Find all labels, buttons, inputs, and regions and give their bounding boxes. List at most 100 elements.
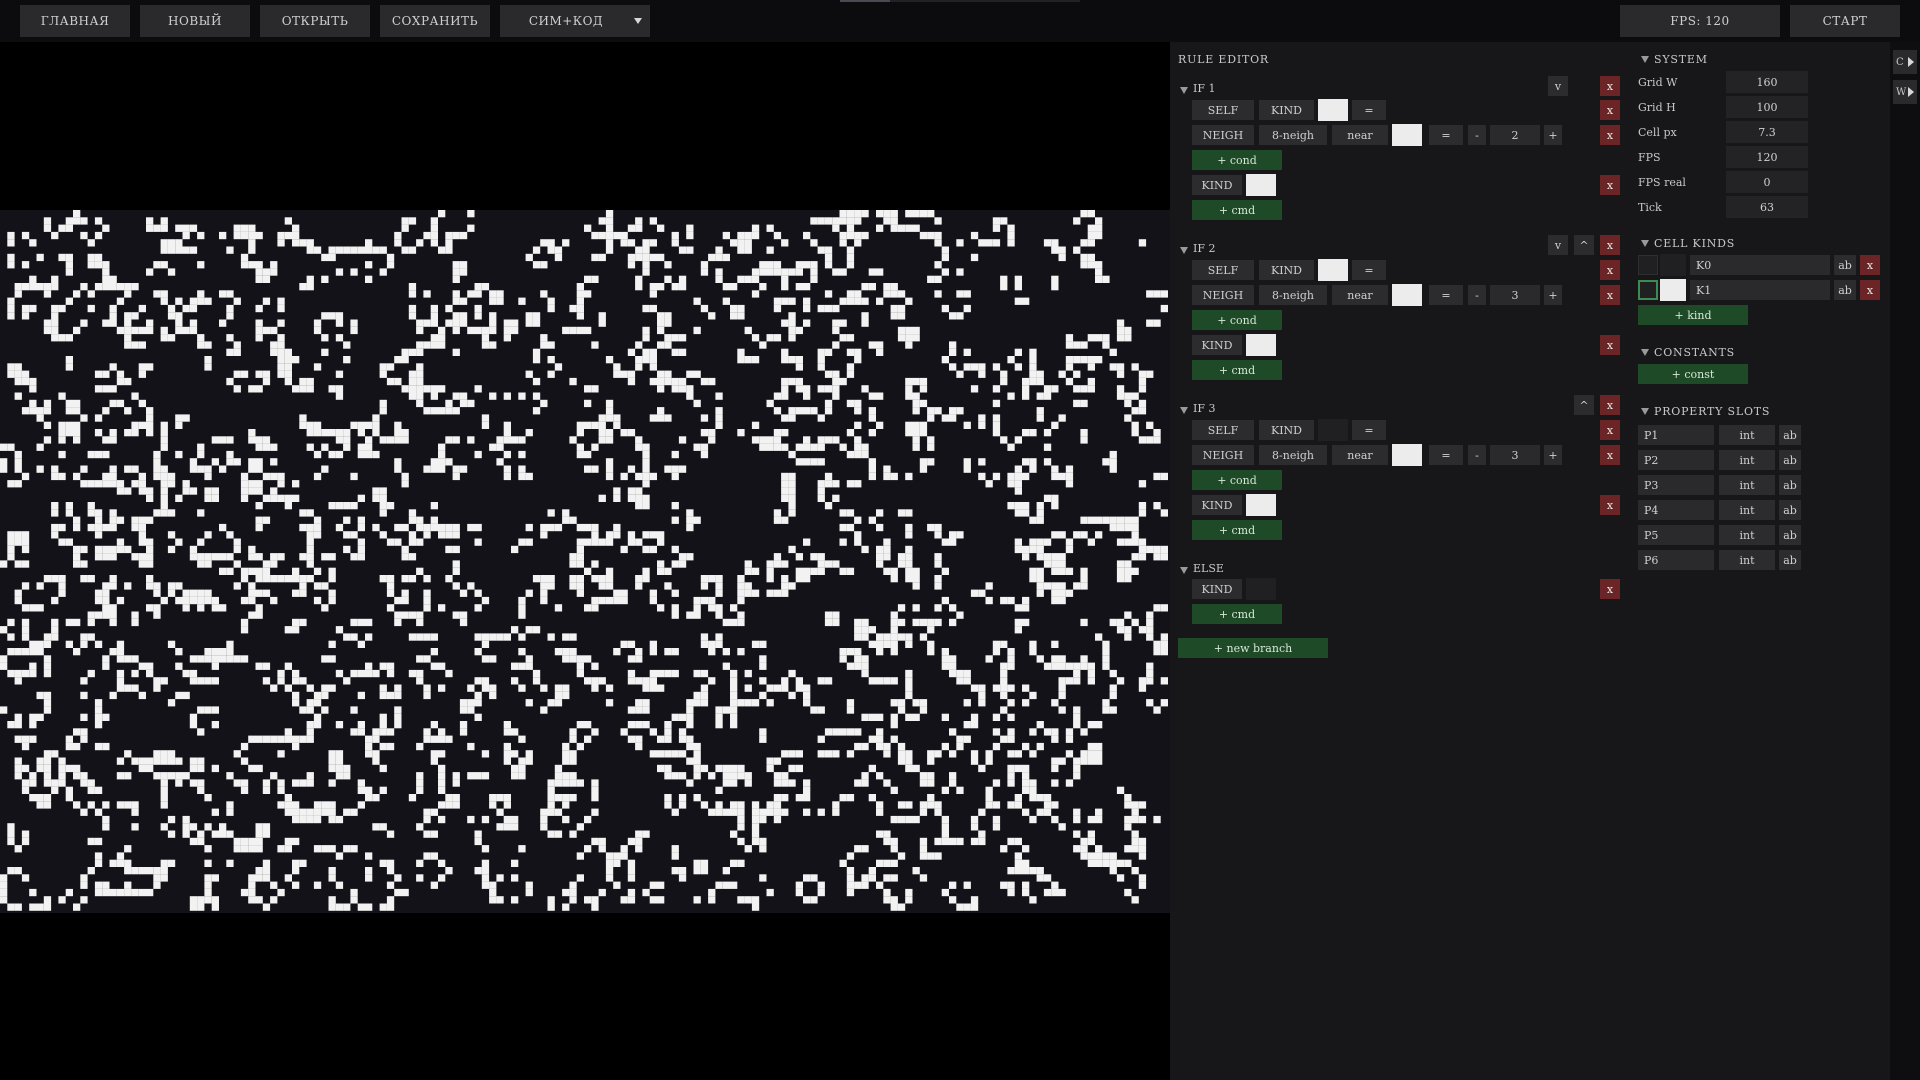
kind-color-swatch[interactable]: [1660, 254, 1686, 276]
count-value[interactable]: 2: [1490, 125, 1540, 145]
add-condition-button[interactable]: + cond: [1192, 470, 1282, 490]
slot-name-input[interactable]: P1: [1638, 425, 1714, 445]
collapse-triangle-icon[interactable]: [1180, 567, 1188, 574]
delete-command-button[interactable]: x: [1600, 175, 1620, 195]
grid-width-input[interactable]: 160: [1726, 71, 1808, 93]
add-command-button[interactable]: + cmd: [1192, 200, 1282, 220]
kind-color-swatch[interactable]: [1392, 124, 1422, 146]
command-kind-button[interactable]: KIND: [1192, 335, 1242, 355]
simulation-grid[interactable]: [0, 210, 1170, 913]
subject-self-button[interactable]: SELF: [1192, 100, 1254, 120]
collapse-triangle-icon[interactable]: [1641, 349, 1649, 356]
delete-command-button[interactable]: x: [1600, 579, 1620, 599]
add-command-button[interactable]: + cmd: [1192, 520, 1282, 540]
mode-dropdown[interactable]: СИМ+КОД: [500, 5, 650, 37]
decrement-button[interactable]: -: [1468, 445, 1486, 465]
operator-button[interactable]: =: [1429, 125, 1463, 145]
slot-type-button[interactable]: int: [1719, 525, 1775, 545]
slot-type-button[interactable]: int: [1719, 475, 1775, 495]
kind-name-input[interactable]: K0: [1690, 255, 1830, 275]
rename-slot-button[interactable]: ab: [1779, 500, 1801, 520]
operator-button[interactable]: =: [1429, 285, 1463, 305]
add-command-button[interactable]: + cmd: [1192, 360, 1282, 380]
slot-name-input[interactable]: P4: [1638, 500, 1714, 520]
slot-type-button[interactable]: int: [1719, 500, 1775, 520]
rename-slot-button[interactable]: ab: [1779, 550, 1801, 570]
delete-condition-button[interactable]: x: [1600, 100, 1620, 120]
delete-command-button[interactable]: x: [1600, 495, 1620, 515]
scope-button[interactable]: 8-neigh: [1259, 445, 1327, 465]
mode-button[interactable]: near: [1332, 125, 1388, 145]
delete-branch-button[interactable]: x: [1600, 235, 1620, 255]
count-value[interactable]: 3: [1490, 285, 1540, 305]
rename-slot-button[interactable]: ab: [1779, 450, 1801, 470]
decrement-button[interactable]: -: [1468, 125, 1486, 145]
move-down-button[interactable]: v: [1548, 235, 1568, 255]
prop-kind-button[interactable]: KIND: [1259, 260, 1314, 280]
command-kind-button[interactable]: KIND: [1192, 579, 1242, 599]
increment-button[interactable]: +: [1544, 445, 1562, 465]
slot-name-input[interactable]: P6: [1638, 550, 1714, 570]
mode-button[interactable]: near: [1332, 285, 1388, 305]
subject-self-button[interactable]: SELF: [1192, 260, 1254, 280]
subject-neigh-button[interactable]: NEIGH: [1192, 285, 1254, 305]
new-branch-button[interactable]: + new branch: [1178, 638, 1328, 658]
add-const-button[interactable]: + const: [1638, 364, 1748, 384]
slot-name-input[interactable]: P2: [1638, 450, 1714, 470]
mode-button[interactable]: near: [1332, 445, 1388, 465]
collapse-triangle-icon[interactable]: [1180, 407, 1188, 414]
delete-branch-button[interactable]: x: [1600, 76, 1620, 96]
side-tab-w[interactable]: W: [1893, 80, 1917, 104]
operator-button[interactable]: =: [1352, 260, 1386, 280]
slot-type-button[interactable]: int: [1719, 550, 1775, 570]
delete-kind-button[interactable]: x: [1860, 255, 1880, 275]
kind-select-box[interactable]: [1638, 280, 1658, 300]
cell-px-input[interactable]: 7.3: [1726, 121, 1808, 143]
add-kind-button[interactable]: + kind: [1638, 305, 1748, 325]
prop-kind-button[interactable]: KIND: [1259, 100, 1314, 120]
kind-color-swatch[interactable]: [1660, 279, 1686, 301]
start-button[interactable]: СТАРТ: [1790, 5, 1900, 37]
side-tab-c[interactable]: C: [1893, 50, 1917, 74]
delete-condition-button[interactable]: x: [1600, 125, 1620, 145]
move-down-button[interactable]: v: [1548, 76, 1568, 96]
rename-slot-button[interactable]: ab: [1779, 425, 1801, 445]
subject-neigh-button[interactable]: NEIGH: [1192, 125, 1254, 145]
open-button[interactable]: ОТКРЫТЬ: [260, 5, 370, 37]
delete-condition-button[interactable]: x: [1600, 285, 1620, 305]
delete-kind-button[interactable]: x: [1860, 280, 1880, 300]
kind-select-box[interactable]: [1638, 255, 1658, 275]
scope-button[interactable]: 8-neigh: [1259, 125, 1327, 145]
home-button[interactable]: ГЛАВНАЯ: [20, 5, 130, 37]
rename-kind-button[interactable]: ab: [1834, 255, 1856, 275]
move-up-button[interactable]: ^: [1574, 395, 1594, 415]
slot-name-input[interactable]: P5: [1638, 525, 1714, 545]
delete-condition-button[interactable]: x: [1600, 260, 1620, 280]
prop-kind-button[interactable]: KIND: [1259, 420, 1314, 440]
collapse-triangle-icon[interactable]: [1641, 408, 1649, 415]
increment-button[interactable]: +: [1544, 285, 1562, 305]
slot-type-button[interactable]: int: [1719, 425, 1775, 445]
command-kind-button[interactable]: KIND: [1192, 175, 1242, 195]
slot-type-button[interactable]: int: [1719, 450, 1775, 470]
kind-color-swatch[interactable]: [1392, 444, 1422, 466]
kind-color-swatch[interactable]: [1246, 334, 1276, 356]
fps-input[interactable]: 120: [1726, 146, 1808, 168]
grid-height-input[interactable]: 100: [1726, 96, 1808, 118]
increment-button[interactable]: +: [1544, 125, 1562, 145]
rename-slot-button[interactable]: ab: [1779, 525, 1801, 545]
kind-color-swatch[interactable]: [1318, 419, 1348, 441]
add-condition-button[interactable]: + cond: [1192, 150, 1282, 170]
operator-button[interactable]: =: [1352, 100, 1386, 120]
operator-button[interactable]: =: [1352, 420, 1386, 440]
scope-button[interactable]: 8-neigh: [1259, 285, 1327, 305]
collapse-triangle-icon[interactable]: [1641, 56, 1649, 63]
delete-condition-button[interactable]: x: [1600, 445, 1620, 465]
kind-color-swatch[interactable]: [1246, 578, 1276, 600]
new-button[interactable]: НОВЫЙ: [140, 5, 250, 37]
collapse-triangle-icon[interactable]: [1180, 247, 1188, 254]
subject-neigh-button[interactable]: NEIGH: [1192, 445, 1254, 465]
delete-branch-button[interactable]: x: [1600, 395, 1620, 415]
count-value[interactable]: 3: [1490, 445, 1540, 465]
kind-color-swatch[interactable]: [1246, 174, 1276, 196]
